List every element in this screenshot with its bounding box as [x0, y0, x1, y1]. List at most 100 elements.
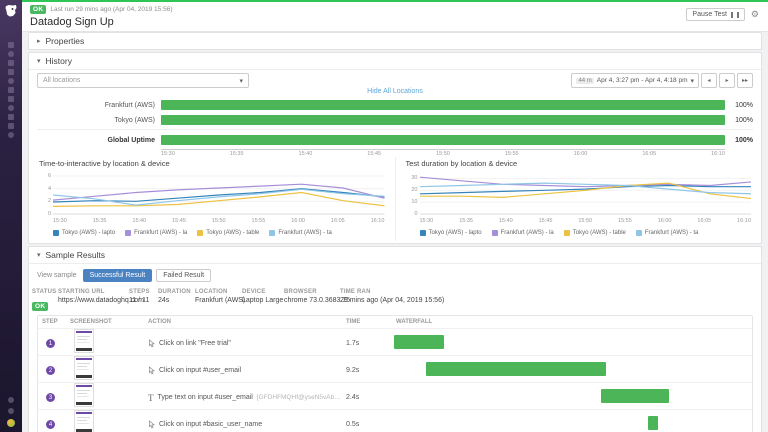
uptime-label: Global Uptime: [37, 137, 161, 144]
step-number-cell: 1: [38, 339, 66, 348]
screenshot-thumbnail[interactable]: [74, 383, 94, 407]
uptime-label: Tokyo (AWS): [37, 117, 161, 124]
thumbnail-detail: [77, 420, 87, 421]
sidebar-item-notebooks-icon[interactable]: [8, 114, 14, 120]
legend-label: Tokyo (AWS) - lapto: [62, 230, 115, 236]
timerange-forward-button[interactable]: ▸▸: [737, 73, 753, 88]
sidebar-item-synthetics-icon[interactable]: [8, 132, 14, 138]
legend-label: Tokyo (AWS) - table: [573, 230, 626, 236]
sidebar-item-integrations-icon[interactable]: [8, 96, 14, 102]
sample-results-header[interactable]: ▾ Sample Results: [29, 247, 761, 264]
sidebar-item-monitors-icon[interactable]: [8, 78, 14, 84]
y-axis-tick-label: 6: [39, 173, 51, 179]
legend-item[interactable]: Frankfurt (AWS) - la: [125, 230, 187, 236]
steps-column-header: WATERFALL: [392, 319, 752, 325]
line-chart: [53, 173, 385, 215]
x-axis-tick-label: 16:05: [697, 218, 711, 224]
thumbnail-detail: [77, 417, 90, 418]
legend-label: Frankfurt (AWS) - la: [134, 230, 187, 236]
sidebar-item-logs-icon[interactable]: [8, 123, 14, 129]
sidebar-item-events-icon[interactable]: [8, 51, 14, 57]
step-row[interactable]: 1Click on link "Free trial"1.7s: [38, 329, 752, 356]
sidebar-item-dashboards-icon[interactable]: [8, 60, 14, 66]
pause-test-button[interactable]: Pause Test: [686, 8, 745, 21]
legend-item[interactable]: Tokyo (AWS) - lapto: [420, 230, 482, 236]
x-axis-tick-label: 15:55: [252, 218, 266, 224]
timerange-picker[interactable]: 44 m Apr 4, 3:27 pm - Apr 4, 4:18 pm ▾: [571, 73, 699, 88]
sidebar-item-watchdog-icon[interactable]: [8, 42, 14, 48]
x-axis-tick-label: 16:10: [737, 218, 751, 224]
y-axis-tick-label: 0: [39, 211, 51, 217]
legend-item[interactable]: Frankfurt (AWS) - ta: [636, 230, 698, 236]
y-axis-tick-label: 20: [406, 187, 418, 193]
tab-failed-result[interactable]: Failed Result: [156, 269, 211, 282]
chart-title: Time-to-interactive by location & device: [39, 159, 385, 168]
uptime-value: 100%: [725, 102, 753, 109]
history-header[interactable]: ▾ History: [29, 53, 761, 70]
sidebar-item-apm-icon[interactable]: [8, 105, 14, 111]
uptime-row: Frankfurt (AWS)100%: [37, 99, 753, 111]
history-controls: All locations ▾ 44 m Apr 4, 3:27 pm - Ap…: [37, 73, 753, 87]
uptime-value: 100%: [725, 137, 753, 144]
divider: [37, 129, 753, 130]
gear-icon[interactable]: ⚙: [750, 8, 760, 21]
status-badge: OK: [30, 5, 46, 14]
y-axis-tick-label: 0: [406, 211, 418, 217]
step-number-badge: 2: [46, 366, 55, 375]
chevron-down-icon: ▾: [690, 77, 694, 85]
sidebar-help-icon[interactable]: [8, 397, 14, 403]
history-title: History: [46, 56, 72, 66]
legend-item[interactable]: Frankfurt (AWS) - la: [492, 230, 554, 236]
summary-field-label: LOCATION: [195, 289, 245, 295]
summary-status-badge: OK: [32, 302, 48, 311]
legend-item[interactable]: Frankfurt (AWS) - ta: [269, 230, 331, 236]
timerange-back-button[interactable]: ◂: [701, 73, 717, 88]
waterfall-cell: [392, 383, 752, 412]
sidebar-item-metrics-icon[interactable]: [8, 87, 14, 93]
summary-field: STEPS11 / 11: [129, 289, 150, 304]
thumbnail-detail: [76, 385, 92, 387]
legend-item[interactable]: Tokyo (AWS) - table: [564, 230, 626, 236]
screenshot-thumbnail[interactable]: [74, 410, 94, 432]
legend-item[interactable]: Tokyo (AWS) - table: [197, 230, 259, 236]
step-row[interactable]: 3TType text on input #user_email[GFDHFMQ…: [38, 383, 752, 410]
hide-all-locations-link[interactable]: Hide All Locations: [29, 88, 761, 95]
status-line: OK Last run 29 mins ago (Apr 04, 2019 15…: [30, 5, 173, 14]
x-axis-tick-label: 15:35: [459, 218, 473, 224]
screenshot-thumbnail[interactable]: [74, 329, 94, 353]
legend-item[interactable]: Tokyo (AWS) - lapto: [53, 230, 115, 236]
legend-label: Tokyo (AWS) - lapto: [429, 230, 482, 236]
type-icon: T: [148, 393, 154, 403]
pause-icon: [731, 12, 739, 18]
y-axis-tick-label: 4: [39, 186, 51, 192]
sidebar-item-infrastructure-icon[interactable]: [8, 69, 14, 75]
thumbnail-detail: [76, 348, 92, 351]
screenshot-thumbnail[interactable]: [74, 356, 94, 380]
x-axis-tick-label: 16:00: [291, 218, 305, 224]
locations-select[interactable]: All locations ▾: [37, 73, 249, 88]
step-number-cell: 4: [38, 420, 66, 429]
uptime-bar: [161, 135, 725, 145]
timerange-play-button[interactable]: ▸: [719, 73, 735, 88]
chart-plot: 3020100: [420, 173, 752, 217]
x-axis-tick-label: 15:45: [172, 218, 186, 224]
x-axis-tick-label: 15:30: [53, 218, 67, 224]
properties-header[interactable]: ▸ Properties: [29, 33, 761, 49]
sidebar-org-avatar-icon[interactable]: [7, 419, 15, 427]
charts-row: Time-to-interactive by location & device…: [29, 157, 761, 241]
legend-swatch: [197, 230, 203, 236]
tab-successful-result[interactable]: Successful Result: [83, 269, 153, 282]
click-icon: [148, 366, 155, 375]
thumbnail-detail: [77, 339, 87, 340]
step-row[interactable]: 2Click on input #user_email9.2s: [38, 356, 752, 383]
waterfall-cell: [392, 410, 752, 432]
timerange-text: Apr 4, 3:27 pm - Apr 4, 4:18 pm: [597, 77, 688, 84]
run-summary: STATUSOKSTARTING URLhttps://www.datadogh…: [29, 289, 761, 311]
line-chart: [420, 173, 752, 215]
thumbnail-detail: [76, 375, 92, 378]
step-row[interactable]: 4Click on input #basic_user_name0.5s: [38, 410, 752, 432]
sidebar-user-icon[interactable]: [8, 408, 14, 414]
summary-field-label: STEPS: [129, 289, 150, 295]
datadog-logo-icon[interactable]: [3, 3, 19, 19]
steps-column-header: STEP: [38, 319, 66, 325]
